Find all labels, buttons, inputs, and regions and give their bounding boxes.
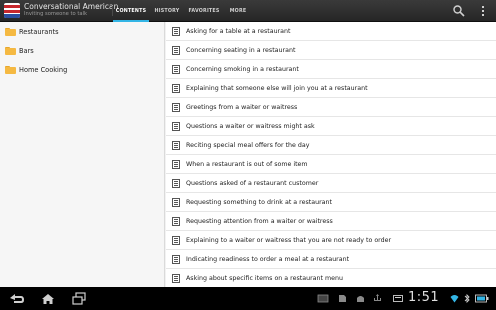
document-icon (172, 45, 180, 55)
back-icon[interactable] (8, 292, 26, 305)
sidebar-item-bars[interactable]: Bars (0, 41, 165, 60)
document-icon (172, 121, 180, 131)
overflow-menu-icon[interactable] (478, 4, 488, 18)
folder-icon (5, 46, 16, 55)
list-item[interactable]: Asking about specific items on a restaur… (166, 269, 496, 288)
sd-card-icon[interactable] (337, 294, 347, 303)
list-item[interactable]: Requesting something to drink at a resta… (166, 193, 496, 212)
list-item-label: Concerning seating in a restaurant (186, 46, 296, 54)
content-area: Restaurants Bars Home Cooking Asking for… (0, 22, 496, 288)
android-debug-icon[interactable] (355, 294, 366, 303)
battery-icon[interactable] (475, 294, 489, 303)
recent-apps-icon[interactable] (71, 292, 87, 305)
phrase-list: Asking for a table at a restaurant Concer… (166, 22, 496, 288)
sidebar-item-home-cooking[interactable]: Home Cooking (0, 60, 165, 79)
document-icon (172, 26, 180, 36)
document-icon (172, 216, 180, 226)
list-item[interactable]: When a restaurant is out of some item (166, 155, 496, 174)
list-item-label: Questions a waiter or waitress might ask (186, 122, 315, 130)
list-item[interactable]: Explaining to a waiter or waitress that … (166, 231, 496, 250)
tab-history[interactable]: HISTORY (150, 0, 184, 22)
list-item-label: Asking about specific items on a restaur… (186, 274, 343, 282)
list-item[interactable]: Concerning seating in a restaurant (166, 41, 496, 60)
document-icon (172, 254, 180, 264)
list-item[interactable]: Indicating readiness to order a meal at … (166, 250, 496, 269)
tab-more[interactable]: MORE (224, 0, 252, 22)
system-navigation-bar: 1:51 (0, 287, 496, 310)
list-item[interactable]: Reciting special meal offers for the day (166, 136, 496, 155)
tab-label: FAVORITES (188, 8, 220, 14)
list-item[interactable]: Concerning smoking in a restaurant (166, 60, 496, 79)
sidebar-item-label: Home Cooking (19, 65, 68, 74)
list-item-label: Asking for a table at a restaurant (186, 27, 291, 35)
list-item-label: Reciting special meal offers for the day (186, 141, 310, 149)
document-icon (172, 83, 180, 93)
app-logo-icon[interactable] (4, 3, 20, 18)
document-icon (172, 140, 180, 150)
search-icon[interactable] (452, 4, 466, 18)
category-sidebar: Restaurants Bars Home Cooking (0, 22, 165, 287)
list-item[interactable]: Questions a waiter or waitress might ask (166, 117, 496, 136)
document-icon (172, 273, 180, 283)
list-item-label: Requesting attention from a waiter or wa… (186, 217, 333, 225)
list-item[interactable]: Requesting attention from a waiter or wa… (166, 212, 496, 231)
clock[interactable]: 1:51 (408, 290, 439, 305)
tab-label: CONTENTS (115, 8, 147, 14)
folder-icon (5, 27, 16, 36)
list-item-label: Concerning smoking in a restaurant (186, 65, 299, 73)
list-item-label: Greetings from a waiter or waitress (186, 103, 298, 111)
tab-favorites[interactable]: FAVORITES (185, 0, 223, 22)
list-item-label: Requesting something to drink at a resta… (186, 198, 332, 206)
document-icon (172, 235, 180, 245)
wifi-icon[interactable] (450, 294, 459, 303)
keyboard-icon[interactable] (393, 294, 403, 303)
list-item-label: Explaining to a waiter or waitress that … (186, 236, 392, 244)
tab-contents[interactable]: CONTENTS (113, 0, 149, 22)
document-icon (172, 178, 180, 188)
list-item-label: Questions asked of a restaurant customer (186, 179, 319, 187)
sidebar-item-label: Restaurants (19, 27, 59, 36)
home-icon[interactable] (40, 292, 56, 305)
document-icon (172, 159, 180, 169)
tab-label: HISTORY (154, 8, 180, 14)
action-bar: Conversational American Inviting someone… (0, 0, 496, 22)
list-item[interactable]: Asking for a table at a restaurant (166, 22, 496, 41)
app-subtitle: Inviting someone to talk (24, 11, 87, 17)
list-item[interactable]: Questions asked of a restaurant customer (166, 174, 496, 193)
bluetooth-icon[interactable] (463, 294, 471, 303)
sidebar-item-label: Bars (19, 46, 34, 55)
list-item-label: Indicating readiness to order a meal at … (186, 255, 350, 263)
sidebar-item-restaurants[interactable]: Restaurants (0, 22, 165, 41)
list-item[interactable]: Explaining that someone else will join y… (166, 79, 496, 98)
list-item-label: When a restaurant is out of some item (186, 160, 308, 168)
folder-icon (5, 65, 16, 74)
document-icon (172, 64, 180, 74)
usb-icon[interactable] (372, 294, 383, 303)
document-icon (172, 102, 180, 112)
screenshot-icon[interactable] (317, 294, 329, 303)
list-item[interactable]: Greetings from a waiter or waitress (166, 98, 496, 117)
document-icon (172, 197, 180, 207)
app-title: Conversational American (24, 2, 119, 11)
list-item-label: Explaining that someone else will join y… (186, 84, 368, 92)
tab-label: MORE (229, 8, 247, 14)
